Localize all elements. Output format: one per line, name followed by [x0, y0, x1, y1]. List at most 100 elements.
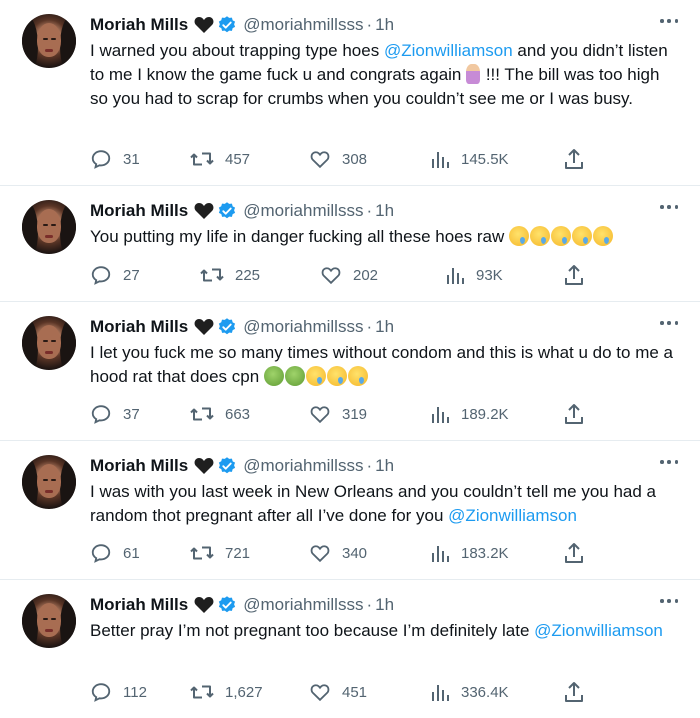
share-button[interactable] [564, 403, 584, 425]
share-icon [564, 264, 584, 286]
more-options-icon[interactable] [660, 459, 678, 465]
drooling-face-icon [305, 366, 326, 386]
black-heart-icon [194, 318, 214, 336]
views-icon [430, 543, 450, 563]
author-handle[interactable]: @moriahmillsss [243, 15, 363, 35]
author-name[interactable]: Moriah Mills [90, 317, 188, 337]
share-button[interactable] [564, 148, 584, 170]
black-heart-icon [194, 202, 214, 220]
reply-count: 27 [123, 266, 140, 284]
tweet-header: Moriah Mills @moriahmillsss · 1h [90, 15, 394, 35]
avatar[interactable] [22, 594, 76, 648]
heart-outline-icon [320, 264, 342, 286]
author-name[interactable]: Moriah Mills [90, 595, 188, 615]
avatar[interactable] [22, 14, 76, 68]
retweet-button[interactable]: 225 [200, 264, 260, 286]
tweet-actions: 27 225 202 93K [90, 264, 690, 286]
views-button[interactable]: 183.2K [430, 542, 509, 564]
author-name[interactable]: Moriah Mills [90, 456, 188, 476]
retweet-button[interactable]: 1,627 [190, 681, 263, 703]
like-count: 319 [342, 405, 368, 423]
black-heart-icon [194, 457, 214, 475]
avatar[interactable] [22, 455, 76, 509]
author-handle[interactable]: @moriahmillsss [243, 201, 363, 221]
tweet-timestamp[interactable]: 1h [375, 201, 394, 221]
author-handle[interactable]: @moriahmillsss [243, 456, 363, 476]
tweet-timestamp[interactable]: 1h [375, 456, 394, 476]
tweet-timestamp[interactable]: 1h [375, 317, 394, 337]
views-button[interactable]: 145.5K [430, 148, 509, 170]
tweet-text-segment: Better pray I’m not pregnant too because… [90, 621, 535, 640]
retweet-count: 457 [225, 150, 251, 168]
views-button[interactable]: 93K [445, 264, 503, 286]
author-name[interactable]: Moriah Mills [90, 201, 188, 221]
retweet-count: 1,627 [225, 683, 263, 701]
author-handle[interactable]: @moriahmillsss [243, 595, 363, 615]
share-button[interactable] [564, 542, 584, 564]
retweet-icon [190, 542, 214, 564]
separator-dot: · [366, 201, 373, 220]
more-options-icon[interactable] [660, 18, 678, 24]
tweet[interactable]: Moriah Mills @moriahmillsss · 1h I was w… [0, 441, 700, 580]
like-button[interactable]: 319 [309, 403, 367, 425]
separator-dot: · [366, 456, 373, 475]
more-options-icon[interactable] [660, 320, 678, 326]
nauseated-face-icon [263, 366, 284, 386]
retweet-count: 225 [235, 266, 261, 284]
person-icon [466, 64, 481, 84]
tweet-text: Better pray I’m not pregnant too because… [90, 619, 680, 643]
mention-link[interactable]: @Zionwilliamson [448, 506, 577, 525]
reply-button[interactable]: 27 [90, 264, 140, 286]
retweet-button[interactable]: 663 [190, 403, 250, 425]
verified-badge-icon [217, 201, 237, 221]
views-button[interactable]: 336.4K [430, 681, 509, 703]
tweet-text: I warned you about trapping type hoes @Z… [90, 39, 680, 111]
reply-button[interactable]: 112 [90, 681, 147, 703]
views-icon [430, 404, 450, 424]
like-button[interactable]: 202 [320, 264, 378, 286]
tweet-header: Moriah Mills @moriahmillsss · 1h [90, 201, 394, 221]
tweet-text-segment: I let you fuck me so many times without … [90, 343, 673, 386]
separator-dot: · [366, 15, 373, 34]
share-button[interactable] [564, 264, 584, 286]
share-button[interactable] [564, 681, 584, 703]
views-count: 336.4K [461, 683, 509, 701]
mention-link[interactable]: @Zionwilliamson [534, 621, 663, 640]
tweet-text-segment: I warned you about trapping type hoes [90, 41, 384, 60]
author-handle[interactable]: @moriahmillsss [243, 317, 363, 337]
avatar[interactable] [22, 316, 76, 370]
tweet[interactable]: Moriah Mills @moriahmillsss · 1h I warne… [0, 0, 700, 186]
like-button[interactable]: 308 [309, 148, 367, 170]
share-icon [564, 542, 584, 564]
separator-dot: · [366, 595, 373, 614]
like-button[interactable]: 340 [309, 542, 367, 564]
share-icon [564, 681, 584, 703]
retweet-button[interactable]: 721 [190, 542, 250, 564]
author-name[interactable]: Moriah Mills [90, 15, 188, 35]
reply-button[interactable]: 37 [90, 403, 140, 425]
tweet-feed: Moriah Mills @moriahmillsss · 1h I warne… [0, 0, 700, 718]
tweet[interactable]: Moriah Mills @moriahmillsss · 1h You put… [0, 186, 700, 302]
avatar[interactable] [22, 200, 76, 254]
tweet-header: Moriah Mills @moriahmillsss · 1h [90, 595, 394, 615]
mention-link[interactable]: @Zionwilliamson [384, 41, 513, 60]
reply-button[interactable]: 61 [90, 542, 140, 564]
more-options-icon[interactable] [660, 204, 678, 210]
retweet-button[interactable]: 457 [190, 148, 250, 170]
views-count: 189.2K [461, 405, 509, 423]
tweet-text: I was with you last week in New Orleans … [90, 480, 680, 528]
reply-icon [90, 264, 112, 286]
tweet-timestamp[interactable]: 1h [375, 15, 394, 35]
nauseated-face-icon [284, 366, 305, 386]
reply-count: 31 [123, 150, 140, 168]
tweet[interactable]: Moriah Mills @moriahmillsss · 1h I let y… [0, 302, 700, 441]
views-icon [430, 682, 450, 702]
reply-count: 112 [123, 683, 147, 701]
tweet[interactable]: Moriah Mills @moriahmillsss · 1h Better … [0, 580, 700, 718]
views-button[interactable]: 189.2K [430, 403, 509, 425]
tweet-timestamp[interactable]: 1h [375, 595, 394, 615]
like-button[interactable]: 451 [309, 681, 367, 703]
verified-badge-icon [217, 595, 237, 615]
reply-button[interactable]: 31 [90, 148, 140, 170]
more-options-icon[interactable] [660, 598, 678, 604]
